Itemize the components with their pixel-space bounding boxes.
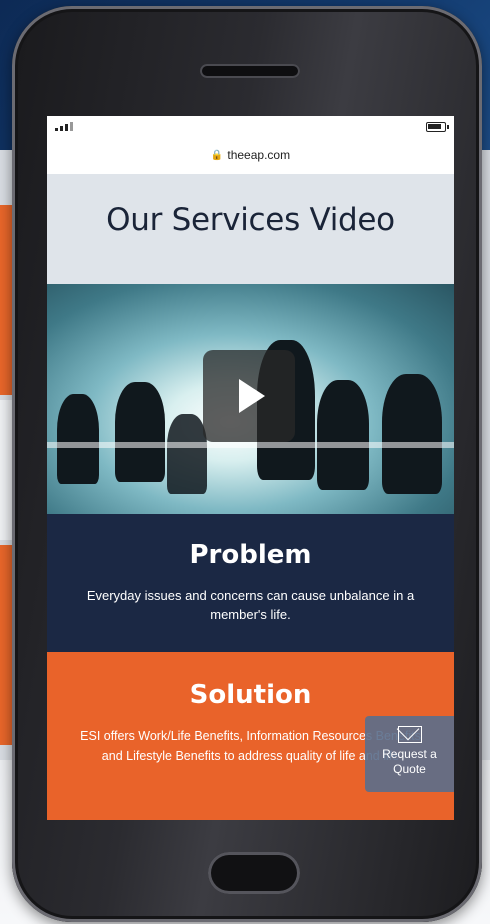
page-title: Our Services Video [106, 202, 395, 238]
person-silhouette [317, 380, 369, 490]
person-silhouette [115, 382, 165, 482]
phone-speaker [200, 64, 300, 78]
phone-screen: 🔒 theeap.com Our Services Video Problem … [47, 116, 454, 820]
url-text: theeap.com [227, 148, 291, 162]
problem-heading: Problem [189, 540, 312, 570]
lock-icon: 🔒 [210, 149, 224, 161]
person-silhouette [382, 374, 442, 494]
table-top [47, 442, 454, 448]
home-button[interactable] [208, 852, 300, 894]
battery-icon [426, 122, 449, 132]
play-icon [239, 379, 265, 413]
request-quote-label: Request a Quote [382, 747, 437, 776]
mail-icon [397, 726, 422, 743]
request-quote-button[interactable]: Request a Quote [365, 716, 454, 792]
play-button[interactable] [203, 350, 295, 442]
video-player[interactable] [47, 284, 454, 514]
address-bar[interactable]: 🔒 theeap.com [47, 136, 454, 174]
signal-icon [55, 122, 73, 131]
solution-heading: Solution [189, 680, 312, 710]
problem-section: Problem Everyday issues and concerns can… [47, 514, 454, 652]
person-silhouette [167, 414, 207, 494]
person-silhouette [57, 394, 99, 484]
status-bar [47, 116, 454, 136]
problem-text: Everyday issues and concerns can cause u… [86, 588, 415, 622]
